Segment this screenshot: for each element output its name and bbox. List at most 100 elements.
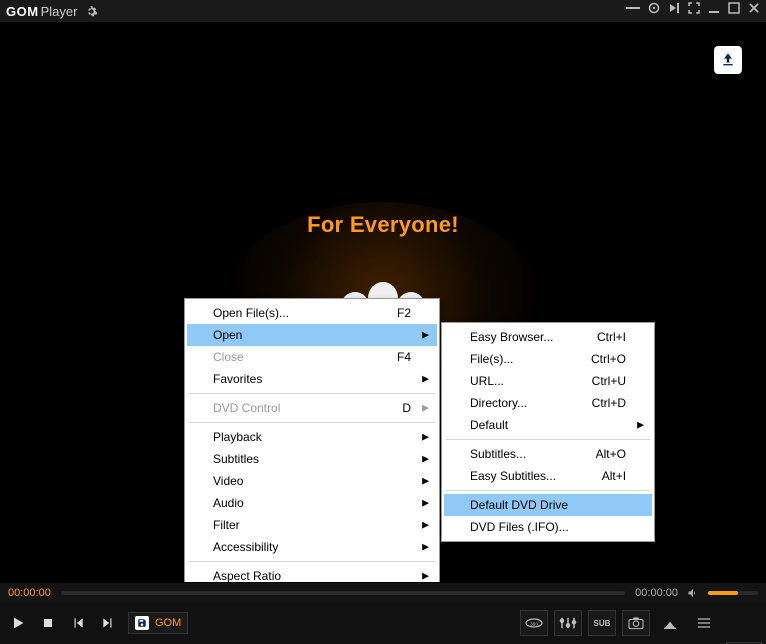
now-playing-badge[interactable]: GOM xyxy=(128,612,188,634)
controls-right-cluster: 360 SUB xyxy=(520,610,718,636)
chevron-right-icon: ▶ xyxy=(422,520,429,531)
chevron-right-icon: ▶ xyxy=(422,454,429,465)
menu-favorites-label: Favorites xyxy=(213,372,411,386)
submenu-default[interactable]: Default ▶ xyxy=(444,414,652,436)
submenu-dvd-files[interactable]: DVD Files (.IFO)... xyxy=(444,516,652,538)
prev-button[interactable] xyxy=(68,613,88,633)
context-menu-open: Easy Browser...Ctrl+IFile(s)...Ctrl+OURL… xyxy=(441,322,655,542)
menu-audio[interactable]: Audio ▶ xyxy=(187,492,437,514)
gear-icon[interactable] xyxy=(85,5,98,18)
submenu-default-dvd-label: Default DVD Drive xyxy=(470,498,626,512)
submenu-files[interactable]: File(s)...Ctrl+O xyxy=(444,348,652,370)
time-elapsed: 00:00:00 xyxy=(8,587,51,599)
menu-separator xyxy=(189,393,435,394)
submenu-subtitles-label: Subtitles... xyxy=(470,447,556,461)
submenu-url-shortcut: Ctrl+U xyxy=(580,374,626,388)
brand-gom: GOM xyxy=(6,4,39,19)
brand-player: Player xyxy=(41,4,78,19)
play-button[interactable] xyxy=(8,613,28,633)
menu-subtitles[interactable]: Subtitles▶ xyxy=(187,448,437,470)
menu-open-files-label: Open File(s)... xyxy=(213,306,341,320)
submenu-easy-browser[interactable]: Easy Browser... Ctrl+I xyxy=(444,326,652,348)
volume-slider[interactable] xyxy=(708,591,758,595)
chevron-right-icon: ▶ xyxy=(422,374,429,385)
sub-button[interactable]: SUB xyxy=(588,610,616,636)
menu-separator xyxy=(189,561,435,562)
menu-dvd-control-shortcut: D xyxy=(365,401,411,415)
equalizer-button[interactable] xyxy=(554,610,582,636)
menu-filter-label: Filter xyxy=(213,518,411,532)
menu-dvd-control: DVD ControlD▶ xyxy=(187,397,437,419)
open-button[interactable] xyxy=(656,610,684,636)
maximize-icon[interactable] xyxy=(728,2,740,14)
chevron-right-icon: ▶ xyxy=(422,403,429,414)
chevron-right-icon: ▶ xyxy=(422,330,429,341)
menu-close-shortcut: F4 xyxy=(365,350,411,364)
submenu-files-label: File(s)... xyxy=(470,352,556,366)
app-brand: GOM Player xyxy=(6,4,77,19)
submenu-subtitles-shortcut: Alt+O xyxy=(580,447,626,461)
tagline-text: For Everyone! xyxy=(307,212,459,238)
titlebar: GOM Player xyxy=(0,0,766,22)
submenu-easy-subtitles[interactable]: Easy Subtitles... Alt+I xyxy=(444,465,652,487)
menu-aspect[interactable]: Aspect Ratio ▶ xyxy=(187,565,437,582)
video-stage[interactable]: For Everyone! Open File(s)...F2Open▶Clos… xyxy=(0,22,766,582)
stop-button[interactable] xyxy=(38,613,58,633)
menu-video[interactable]: Video ▶ xyxy=(187,470,437,492)
next-button[interactable] xyxy=(98,613,118,633)
submenu-directory-label: Directory... xyxy=(470,396,556,410)
submenu-easy-subtitles-label: Easy Subtitles... xyxy=(470,469,556,483)
seek-right-cluster: 00:00:00 xyxy=(635,587,758,599)
seek-track[interactable] xyxy=(61,591,625,595)
chevron-right-icon: ▶ xyxy=(422,476,429,487)
volume-icon[interactable] xyxy=(686,587,700,599)
submenu-easy-subtitles-shortcut: Alt+I xyxy=(580,469,626,483)
submenu-directory[interactable]: Directory... Ctrl+D xyxy=(444,392,652,414)
playlist-button[interactable] xyxy=(690,610,718,636)
adv-3-icon[interactable] xyxy=(668,2,680,14)
menu-favorites[interactable]: Favorites ▶ xyxy=(187,368,437,390)
menu-close: Close F4 xyxy=(187,346,437,368)
submenu-default-label: Default xyxy=(470,418,626,432)
submenu-directory-shortcut: Ctrl+D xyxy=(580,396,626,410)
menu-open-files-shortcut: F2 xyxy=(365,306,411,320)
download-badge-icon[interactable] xyxy=(714,46,742,74)
menu-accessibility-label: Accessibility xyxy=(213,540,411,554)
submenu-easy-browser-shortcut: Ctrl+I xyxy=(580,330,626,344)
chevron-right-icon: ▶ xyxy=(637,420,644,431)
screenshot-button[interactable] xyxy=(622,610,650,636)
time-total: 00:00:00 xyxy=(635,587,678,599)
now-playing-label: GOM xyxy=(155,617,181,629)
adv-2-icon[interactable] xyxy=(648,2,660,14)
save-disk-icon xyxy=(135,616,149,630)
chevron-right-icon: ▶ xyxy=(422,542,429,553)
seek-bar: 00:00:00 00:00:00 xyxy=(0,582,766,602)
chevron-right-icon: ▶ xyxy=(422,432,429,443)
menu-separator xyxy=(446,490,650,491)
submenu-url-label: URL... xyxy=(470,374,556,388)
menu-separator xyxy=(189,422,435,423)
chevron-right-icon: ▶ xyxy=(422,498,429,509)
menu-open-sub[interactable]: Open▶ xyxy=(187,324,437,346)
vr360-button[interactable]: 360 xyxy=(520,610,548,636)
context-menu-main: Open File(s)... F2 Open▶ Close F4 Favorites ▶ D… xyxy=(184,298,440,582)
menu-playback[interactable]: Playback ▶ xyxy=(187,426,437,448)
menu-video-label: Video xyxy=(213,474,411,488)
submenu-url[interactable]: URL... Ctrl+U xyxy=(444,370,652,392)
minimize-icon[interactable] xyxy=(708,2,720,14)
menu-playback-label: Playback xyxy=(213,430,411,444)
close-icon[interactable] xyxy=(748,2,760,14)
menu-accessibility[interactable]: Accessibility ▶ xyxy=(187,536,437,558)
fullscreen-icon[interactable] xyxy=(688,2,700,14)
controls-bar: GOM 360 SUB xyxy=(0,602,766,644)
menu-aspect-label: Aspect Ratio xyxy=(213,569,411,582)
menu-close-label: Close xyxy=(213,350,341,364)
menu-open-files[interactable]: Open File(s)... F2 xyxy=(187,302,437,324)
submenu-easy-browser-label: Easy Browser... xyxy=(470,330,556,344)
menu-filter[interactable]: Filter ▶ xyxy=(187,514,437,536)
chevron-right-icon: ▶ xyxy=(422,571,429,582)
menu-audio-label: Audio xyxy=(213,496,411,510)
adv-1-icon[interactable] xyxy=(626,3,640,13)
submenu-subtitles[interactable]: Subtitles... Alt+O xyxy=(444,443,652,465)
submenu-default-dvd[interactable]: Default DVD Drive xyxy=(444,494,652,516)
